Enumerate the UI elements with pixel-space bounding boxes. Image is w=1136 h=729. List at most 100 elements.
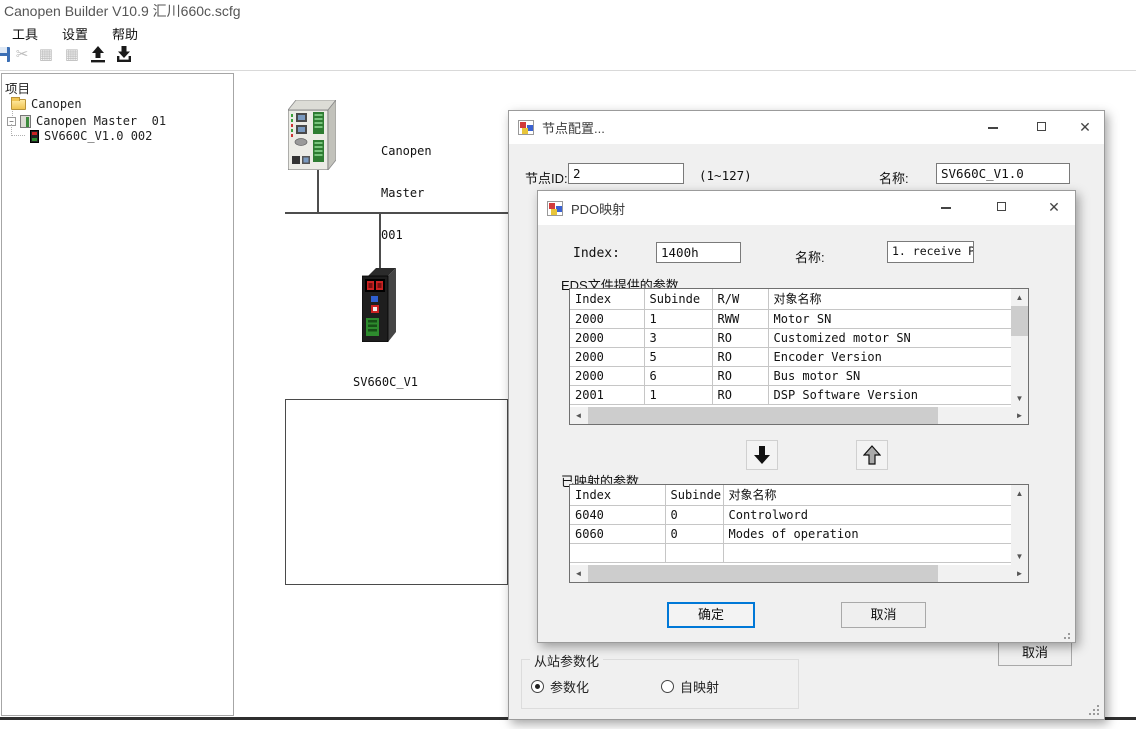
tree-item-canopen[interactable]: Canopen: [11, 96, 82, 112]
cancel-button[interactable]: 取消: [841, 602, 926, 628]
node-name-label: 名称:: [879, 168, 909, 187]
mapped-grid: IndexSubinde对象名称60400Controlword60600Mod…: [570, 485, 1012, 563]
plc-icon: [20, 115, 31, 128]
close-icon[interactable]: ✕: [1034, 191, 1074, 223]
resize-grip[interactable]: [1060, 629, 1070, 639]
table-row[interactable]: 20001RWWMotor SN: [570, 309, 1011, 328]
table-row[interactable]: 20011RODSP Software Version: [570, 385, 1011, 404]
maximize-icon[interactable]: [1021, 111, 1061, 143]
table-cell: 2001: [570, 385, 644, 404]
node-id-label: 节点ID:: [525, 168, 568, 187]
canopen-master-node[interactable]: [288, 100, 336, 175]
table-cell: 2000: [570, 347, 644, 366]
pdo-dialog-titlebar[interactable]: PDO映射 ✕: [538, 191, 1075, 225]
table-row[interactable]: 60400Controlword: [570, 505, 1011, 524]
folder-icon: [11, 99, 26, 110]
node-cancel-button[interactable]: 取消: [998, 639, 1072, 666]
scroll-right-icon[interactable]: ►: [1011, 565, 1028, 582]
table-cell: 2000: [570, 328, 644, 347]
scroll-down-icon[interactable]: ▼: [1011, 390, 1028, 407]
minimize-icon[interactable]: [973, 111, 1013, 143]
mapped-horizontal-scrollbar[interactable]: ◄ ►: [570, 565, 1028, 582]
ok-button[interactable]: 确定: [667, 602, 755, 628]
cut-icon[interactable]: ✂: [10, 42, 34, 67]
project-tree-panel: 项目 Canopen − Canopen Master 01 SV660C_V1…: [1, 73, 234, 716]
column-header[interactable]: Index: [570, 289, 644, 309]
table-cell: [570, 543, 665, 562]
table-row[interactable]: 20003ROCustomized motor SN: [570, 328, 1011, 347]
table-cell: 0: [665, 505, 723, 524]
table-cell: Bus motor SN: [768, 366, 1011, 385]
paste-icon[interactable]: ▦: [60, 42, 84, 67]
scroll-down-icon[interactable]: ▼: [1011, 548, 1028, 565]
scroll-left-icon[interactable]: ◄: [570, 407, 587, 424]
arrow-up-icon: [863, 445, 881, 465]
scroll-right-icon[interactable]: ►: [1011, 407, 1028, 424]
radio-selfmap[interactable]: 自映射: [661, 677, 719, 696]
servo-drive-icon: [30, 130, 39, 143]
arrow-down-icon: [753, 445, 771, 465]
table-row[interactable]: [570, 543, 1011, 562]
scroll-thumb[interactable]: [588, 565, 938, 582]
form-icon: [547, 201, 563, 216]
mapped-vertical-scrollbar[interactable]: ▲ ▼: [1011, 485, 1028, 565]
tree-header: 项目: [5, 79, 30, 95]
tree-item-slave[interactable]: SV660C_V1.0 002: [30, 128, 152, 144]
node-name-input[interactable]: SV660C_V1.0: [936, 163, 1070, 184]
group-title: 从站参数化: [530, 651, 603, 670]
toolbar-separator: [0, 70, 1136, 71]
scroll-up-icon[interactable]: ▲: [1011, 289, 1028, 306]
table-row[interactable]: 20005ROEncoder Version: [570, 347, 1011, 366]
map-down-button[interactable]: [746, 440, 778, 470]
scroll-up-icon[interactable]: ▲: [1011, 485, 1028, 502]
unmap-up-button[interactable]: [856, 440, 888, 470]
tree-item-master[interactable]: − Canopen Master 01: [7, 113, 166, 129]
node-id-range: (1~127): [699, 168, 752, 183]
column-header[interactable]: Index: [570, 485, 665, 505]
copy-icon[interactable]: ▦: [34, 42, 58, 67]
pdo-index-label: Index:: [573, 246, 620, 261]
column-header[interactable]: R/W: [712, 289, 768, 309]
sv660c-node[interactable]: [362, 268, 400, 347]
resize-grip[interactable]: [1089, 705, 1099, 715]
pdo-index-input[interactable]: 1400h: [656, 242, 741, 263]
scroll-thumb[interactable]: [588, 407, 938, 424]
eds-horizontal-scrollbar[interactable]: ◄ ►: [570, 407, 1028, 424]
table-cell: Customized motor SN: [768, 328, 1011, 347]
eds-params-table: IndexSubindeR/W对象名称20001RWWMotor SN20003…: [569, 288, 1029, 425]
scroll-thumb[interactable]: [1011, 306, 1028, 336]
mapped-params-table: IndexSubinde对象名称60400Controlword60600Mod…: [569, 484, 1029, 583]
minimize-icon[interactable]: [926, 191, 966, 223]
table-cell: 0: [665, 524, 723, 543]
window-title: Canopen Builder V10.9 汇川660c.scfg: [4, 1, 241, 21]
eds-vertical-scrollbar[interactable]: ▲ ▼: [1011, 289, 1028, 407]
column-header[interactable]: Subinde: [665, 485, 723, 505]
table-cell: [665, 543, 723, 562]
table-cell: [723, 543, 1011, 562]
radio-parameterize[interactable]: 参数化: [531, 677, 589, 696]
column-header[interactable]: 对象名称: [768, 289, 1011, 309]
table-row[interactable]: 60600Modes of operation: [570, 524, 1011, 543]
node-id-input[interactable]: 2: [568, 163, 684, 184]
table-cell: 3: [644, 328, 712, 347]
column-header[interactable]: Subinde: [644, 289, 712, 309]
close-icon[interactable]: ✕: [1065, 111, 1105, 143]
table-row[interactable]: 20006ROBus motor SN: [570, 366, 1011, 385]
table-cell: 5: [644, 347, 712, 366]
bus-drop-line-slave: [379, 213, 381, 270]
bus-line: [285, 212, 508, 214]
upload-icon[interactable]: [86, 42, 110, 67]
servo-drive-device-icon: [362, 268, 400, 342]
master-node-label: Canopen Master 001: [381, 116, 432, 256]
table-cell: 2000: [570, 309, 644, 328]
table-header-row: IndexSubinde对象名称: [570, 485, 1011, 505]
maximize-icon[interactable]: [981, 191, 1021, 223]
form-icon: [518, 120, 534, 135]
column-header[interactable]: 对象名称: [723, 485, 1011, 505]
tree-item-label: SV660C_V1.0 002: [44, 129, 152, 143]
table-cell: 1: [644, 385, 712, 404]
pdo-name-input[interactable]: 1. receive PDO: [887, 241, 974, 263]
node-dialog-titlebar[interactable]: 节点配置... ✕: [509, 111, 1104, 144]
scroll-left-icon[interactable]: ◄: [570, 565, 587, 582]
download-icon[interactable]: [112, 42, 136, 67]
